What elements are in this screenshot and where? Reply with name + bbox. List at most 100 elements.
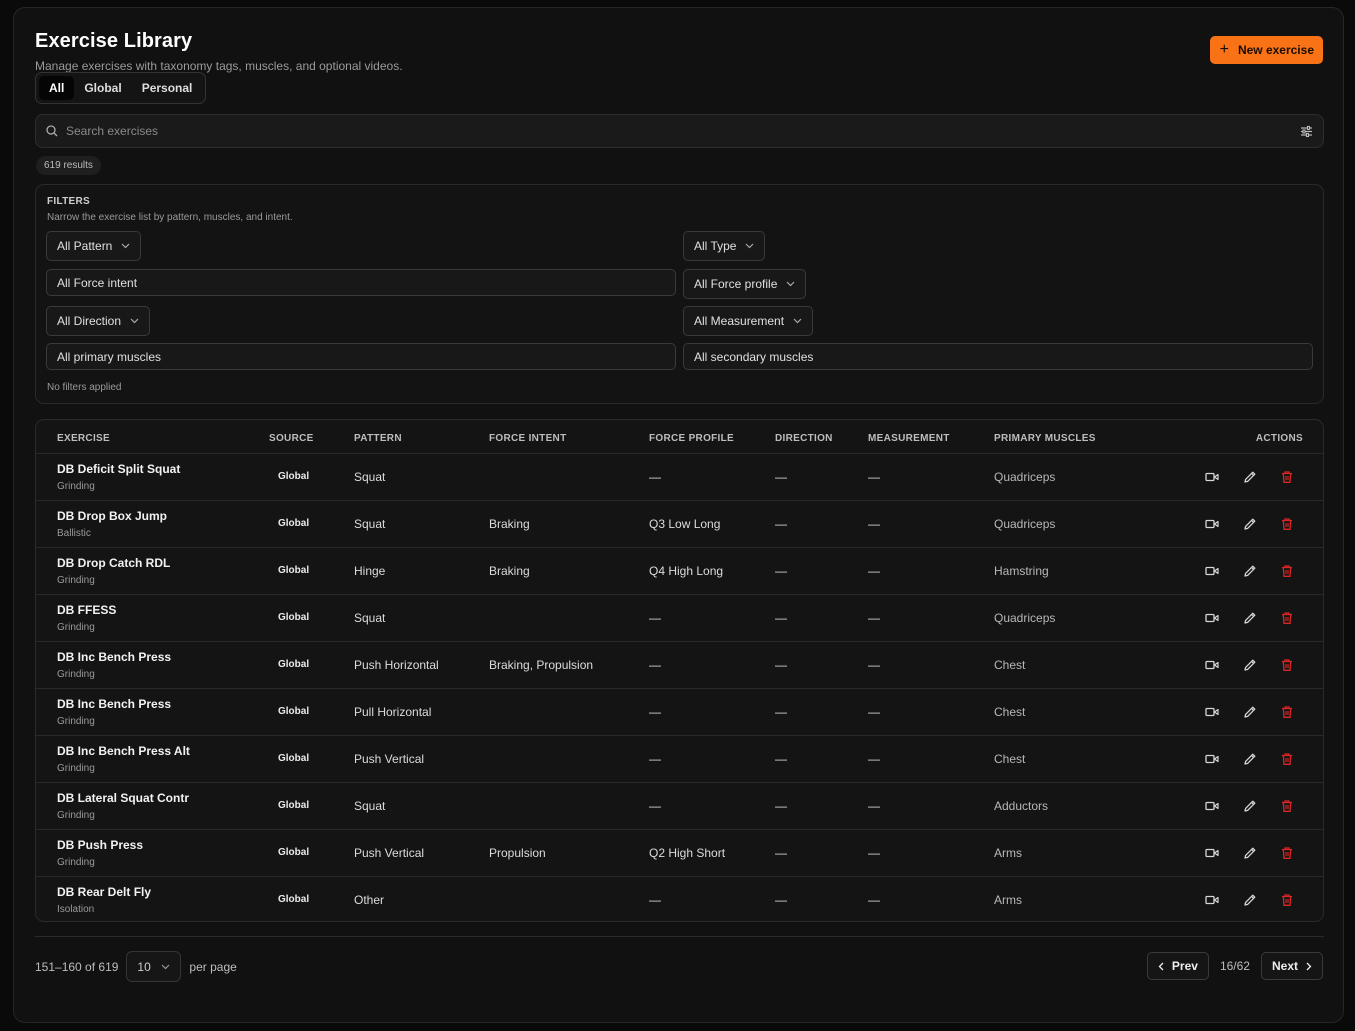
chevron-left-icon — [1158, 962, 1164, 970]
exercise-type: Grinding — [57, 857, 95, 868]
trash-icon[interactable] — [1279, 610, 1295, 626]
force-profile-filter-select[interactable]: All Force profile — [683, 269, 807, 299]
filters-title: FILTERS — [47, 196, 91, 207]
measurement-filter-select[interactable]: All Measurement — [683, 306, 814, 336]
exercise-type: Grinding — [57, 810, 95, 821]
video-icon[interactable] — [1204, 657, 1220, 673]
table-row[interactable]: DB Push Press Grinding Global Push Vertical… — [36, 830, 1323, 877]
next-label: Next — [1271, 959, 1298, 973]
col-exercise[interactable]: EXERCISE — [57, 433, 110, 444]
chevron-down-icon — [786, 281, 795, 287]
video-icon[interactable] — [1204, 798, 1220, 814]
trash-icon[interactable] — [1279, 751, 1295, 767]
pencil-icon[interactable] — [1242, 845, 1258, 861]
per-page-select[interactable]: 10 — [126, 951, 182, 982]
col-primary-muscles[interactable]: PRIMARY MUSCLES — [994, 433, 1096, 444]
pencil-icon[interactable] — [1242, 469, 1258, 485]
trash-icon[interactable] — [1279, 469, 1295, 485]
pencil-icon[interactable] — [1242, 563, 1258, 579]
col-direction[interactable]: DIRECTION — [775, 433, 833, 444]
tab-all[interactable]: All — [39, 76, 75, 100]
secondary-muscles-filter[interactable]: All secondary muscles — [683, 343, 1313, 370]
cell-direction: — — [775, 564, 787, 578]
source-label: Global — [278, 518, 310, 529]
col-force-intent[interactable]: FORCE INTENT — [489, 433, 567, 444]
table-row[interactable]: DB Inc Bench Press Grinding Global Push Hor… — [36, 642, 1323, 689]
trash-icon[interactable] — [1279, 704, 1295, 720]
sliders-icon[interactable] — [1300, 125, 1313, 138]
trash-icon[interactable] — [1279, 845, 1295, 861]
trash-icon[interactable] — [1279, 798, 1295, 814]
results-count-badge: 619 results — [36, 156, 101, 175]
chevron-right-icon — [1306, 962, 1312, 970]
video-icon[interactable] — [1204, 845, 1220, 861]
exercise-type: Grinding — [57, 669, 95, 680]
tab-global[interactable]: Global — [74, 76, 131, 100]
cell-direction: — — [775, 752, 787, 766]
direction-filter-select[interactable]: All Direction — [46, 306, 151, 336]
cell-pattern: Push Vertical — [354, 846, 425, 860]
pencil-icon[interactable] — [1242, 657, 1258, 673]
exercise-type: Ballistic — [57, 528, 91, 539]
pattern-filter-select[interactable]: All Pattern — [46, 231, 142, 261]
table-row[interactable]: DB Inc Bench Press Alt Grinding Global Push… — [36, 736, 1323, 783]
col-source[interactable]: SOURCE — [269, 433, 314, 444]
source-label: Global — [278, 753, 310, 764]
app-frame: Exercise Library Manage exercises with t… — [13, 7, 1344, 1023]
video-icon[interactable] — [1204, 469, 1220, 485]
cell-force-profile: — — [649, 470, 661, 484]
table-row[interactable]: DB Lateral Squat Contr Grinding Global Squa… — [36, 783, 1323, 830]
table-row[interactable]: DB FFESS Grinding Global Squat — — — Quadriceps — [36, 595, 1323, 642]
trash-icon[interactable] — [1279, 657, 1295, 673]
video-icon[interactable] — [1204, 704, 1220, 720]
video-icon[interactable] — [1204, 892, 1220, 908]
primary-muscles-filter[interactable]: All primary muscles — [46, 343, 676, 370]
plus-icon: + — [1219, 41, 1229, 58]
pencil-icon[interactable] — [1242, 751, 1258, 767]
cell-measurement: — — [868, 893, 880, 907]
col-force-profile[interactable]: FORCE PROFILE — [649, 433, 734, 444]
search-input[interactable] — [66, 124, 1300, 138]
video-icon[interactable] — [1204, 516, 1220, 532]
measurement-filter-value: All Measurement — [694, 314, 785, 328]
col-actions: ACTIONS — [1255, 433, 1303, 444]
new-exercise-button[interactable]: + New exercise — [1209, 36, 1323, 64]
type-filter-select[interactable]: All Type — [683, 231, 766, 261]
exercise-type: Grinding — [57, 763, 95, 774]
prev-page-button[interactable]: Prev — [1146, 952, 1209, 980]
table-row[interactable]: DB Inc Bench Press Grinding Global Pull Hor… — [36, 689, 1323, 736]
pagination-summary: 151–160 of 619 10 per page — [35, 951, 237, 982]
force-intent-filter[interactable]: All Force intent — [46, 269, 676, 296]
exercise-type: Grinding — [57, 575, 95, 586]
exercise-name: DB Deficit Split Squat — [57, 462, 181, 476]
video-icon[interactable] — [1204, 751, 1220, 767]
table-row[interactable]: DB Deficit Split Squat Grinding Global Squa… — [36, 454, 1323, 501]
cell-force-intent: Braking — [489, 564, 530, 578]
table-row[interactable]: DB Drop Catch RDL Grinding Global Hinge Brak… — [36, 548, 1323, 595]
col-pattern[interactable]: PATTERN — [354, 433, 402, 444]
chevron-down-icon — [161, 964, 170, 969]
pencil-icon[interactable] — [1242, 516, 1258, 532]
pencil-icon[interactable] — [1242, 798, 1258, 814]
cell-primary-muscles: Adductors — [994, 799, 1049, 813]
exercise-name: DB Lateral Squat Contr — [57, 791, 190, 805]
video-icon[interactable] — [1204, 563, 1220, 579]
page-indicator: 16/62 — [1219, 959, 1250, 973]
trash-icon[interactable] — [1279, 516, 1295, 532]
table-row[interactable]: DB Rear Delt Fly Isolation Global Other — — — A… — [36, 877, 1323, 921]
table-row[interactable]: DB Drop Box Jump Ballistic Global Squat Brak… — [36, 501, 1323, 548]
cell-primary-muscles: Quadriceps — [994, 517, 1056, 531]
pencil-icon[interactable] — [1242, 610, 1258, 626]
col-measurement[interactable]: MEASUREMENT — [868, 433, 950, 444]
exercise-type: Grinding — [57, 481, 95, 492]
next-page-button[interactable]: Next — [1260, 952, 1323, 980]
trash-icon[interactable] — [1279, 892, 1295, 908]
trash-icon[interactable] — [1279, 563, 1295, 579]
pencil-icon[interactable] — [1242, 892, 1258, 908]
cell-force-profile: — — [649, 752, 661, 766]
video-icon[interactable] — [1204, 610, 1220, 626]
tab-personal[interactable]: Personal — [132, 76, 203, 100]
cell-measurement: — — [868, 611, 880, 625]
cell-measurement: — — [868, 799, 880, 813]
pencil-icon[interactable] — [1242, 704, 1258, 720]
